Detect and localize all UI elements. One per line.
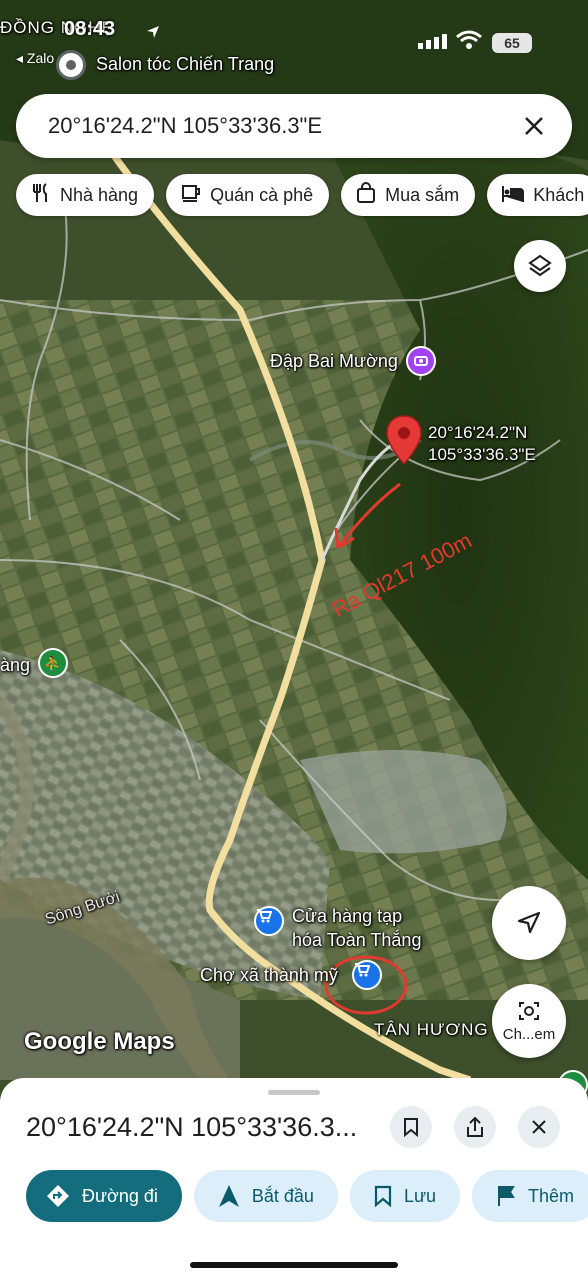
category-chips: Nhà hàng Quán cà phê Mua sắm Khách [16, 174, 588, 216]
fork-knife-icon [30, 182, 52, 209]
start-button[interactable]: Bắt đầu [193, 1170, 338, 1222]
save-bookmark-button[interactable] [390, 1106, 432, 1148]
home-indicator [190, 1262, 398, 1268]
share-icon [467, 1116, 483, 1137]
pin-lng-text: 105°33'36.3"E [428, 445, 536, 464]
directions-icon [47, 1185, 69, 1207]
shopping-cart-icon [355, 963, 370, 977]
directions-button[interactable]: Đường đi [26, 1170, 182, 1222]
action-buttons-row: Đường đi Bắt đầu Lưu Thêm [26, 1170, 588, 1222]
store-label-line1: Cửa hàng tạp [292, 906, 403, 926]
bookmark-icon [404, 1118, 418, 1137]
pin-coordinates-label: 20°16'24.2"N 105°33'36.3"E [428, 422, 536, 466]
camera-poi-icon[interactable] [406, 346, 436, 376]
chip-cafes[interactable]: Quán cà phê [166, 174, 330, 216]
market-cart-poi-icon[interactable] [352, 960, 382, 990]
back-to-app-link[interactable]: ◂ Zalo [16, 50, 54, 67]
close-icon[interactable] [520, 112, 548, 140]
dam-label: Đập Bai Mường [270, 351, 398, 371]
chip-label: Khách [533, 184, 585, 205]
navigation-arrow-icon [218, 1185, 239, 1207]
store-label: Cửa hàng tạp hóa Toàn Thắng [292, 904, 421, 952]
navigation-arrow-icon [517, 911, 541, 934]
chip-label: Nhà hàng [60, 184, 139, 205]
shopping-bag-icon [355, 181, 377, 209]
coffee-cup-icon [180, 182, 202, 209]
chip-label: Mua sắm [385, 184, 460, 205]
market-label: Chợ xã thành mỹ [200, 965, 338, 985]
park-poi-icon[interactable]: ⛹ [38, 648, 68, 678]
battery-indicator: 65 [492, 33, 532, 53]
save-label: Lưu [403, 1185, 437, 1206]
place-bottom-sheet[interactable]: 20°16'24.2"N 105°33'36.3... Đường đi Bắt… [0, 1078, 588, 1280]
start-label: Bắt đầu [251, 1185, 314, 1206]
chip-label: Quán cà phê [210, 184, 314, 205]
lens-button[interactable]: Ch...em [492, 984, 566, 1058]
flag-icon [498, 1186, 515, 1206]
more-button[interactable]: Thêm [472, 1170, 588, 1222]
layers-icon [528, 254, 552, 277]
share-button[interactable] [454, 1106, 496, 1148]
google-maps-watermark: Google Maps [24, 1028, 175, 1055]
cart-poi-icon[interactable] [254, 906, 284, 936]
status-bar: ĐỒNG NGHẸ 08:43 ◂ Zalo 65 [0, 0, 588, 80]
layers-button[interactable] [514, 240, 566, 292]
location-pin-icon[interactable] [384, 414, 424, 466]
search-query[interactable]: 20°16'24.2"N 105°33'36.3"E [48, 113, 520, 139]
wifi-icon [456, 30, 482, 55]
more-label: Thêm [528, 1185, 575, 1206]
status-time: 08:43 [64, 18, 116, 40]
annotation-arrow [334, 482, 401, 548]
chip-restaurants[interactable]: Nhà hàng [16, 174, 155, 216]
place-title: 20°16'24.2"N 105°33'36.3... [26, 1112, 358, 1142]
save-button[interactable]: Lưu [349, 1170, 461, 1222]
shopping-cart-icon [257, 909, 272, 923]
park-label: àng [0, 655, 31, 675]
search-bar[interactable]: 20°16'24.2"N 105°33'36.3"E [16, 94, 572, 158]
bed-icon [501, 182, 525, 209]
bookmark-icon [374, 1185, 392, 1207]
camera-lens-icon [519, 1001, 539, 1020]
lens-button-label: Ch...em [502, 1025, 556, 1043]
my-location-button[interactable] [492, 886, 566, 960]
store-label-line2: hóa Toàn Thắng [292, 930, 422, 950]
chip-hotels[interactable]: Khách [487, 174, 588, 216]
signal-icon [418, 34, 447, 49]
location-arrow-icon [146, 25, 160, 44]
chip-shopping[interactable]: Mua sắm [341, 174, 476, 216]
directions-label: Đường đi [82, 1185, 158, 1206]
sheet-drag-handle[interactable] [268, 1090, 320, 1095]
village-label: TÂN HƯƠNG [374, 1020, 489, 1039]
pin-lat-text: 20°16'24.2"N [428, 423, 528, 442]
close-sheet-button[interactable] [518, 1106, 560, 1148]
close-icon [532, 1120, 546, 1134]
